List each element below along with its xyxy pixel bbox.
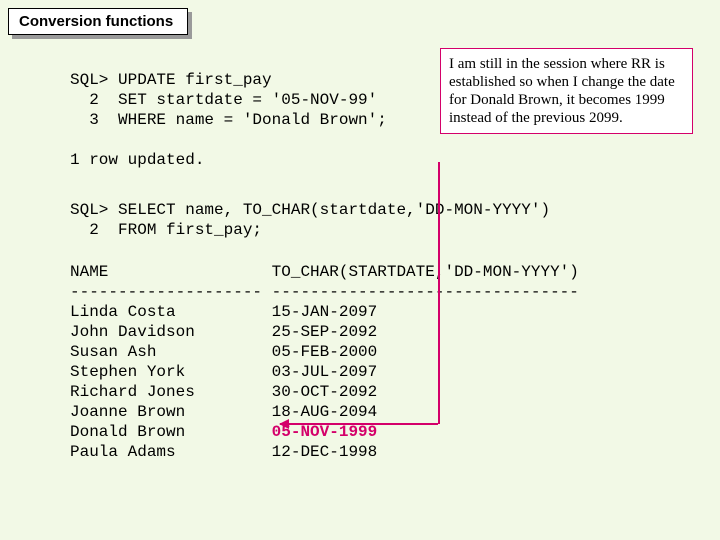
callout-connector-arrow — [280, 423, 438, 425]
slide-title: Conversion functions — [8, 8, 188, 35]
result-table: NAME TO_CHAR(STARTDATE,'DD-MON-YYYY') --… — [70, 262, 579, 462]
annotation-callout: I am still in the session where RR is es… — [440, 48, 693, 134]
callout-connector-vertical — [438, 162, 440, 424]
sql-update-block: SQL> UPDATE first_pay 2 SET startdate = … — [70, 70, 387, 170]
sql-select-block: SQL> SELECT name, TO_CHAR(startdate,'DD-… — [70, 200, 550, 240]
